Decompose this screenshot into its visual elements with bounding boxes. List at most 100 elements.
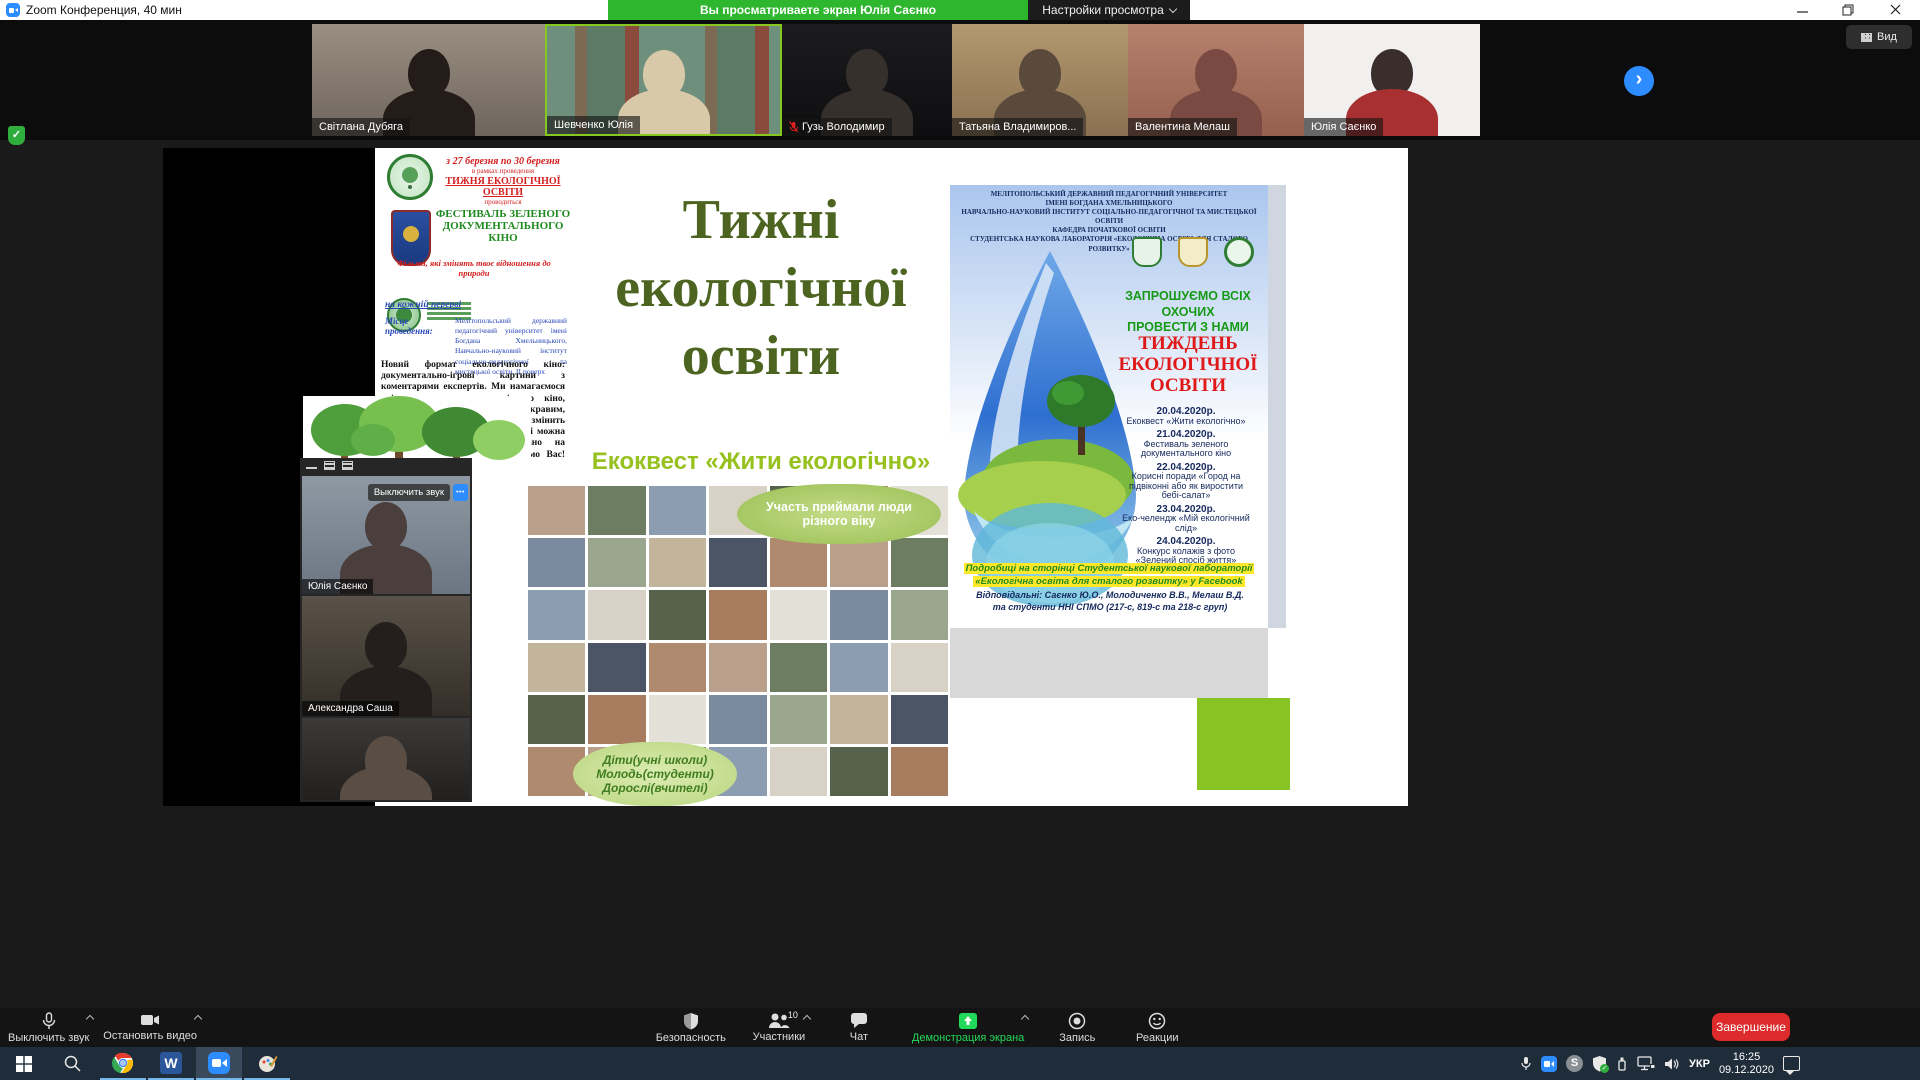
taskbar-word-button[interactable]: W (148, 1047, 194, 1080)
close-button[interactable] (1878, 0, 1912, 20)
participant-groups-bubble: Діти(учні школи) Молодь(студенти) Доросл… (573, 742, 737, 806)
participants-age-bubble: Участь приймали люди різного віку (737, 484, 941, 544)
chrome-icon (112, 1052, 134, 1074)
festival-dates: з 27 березня по 30 березня (435, 156, 571, 167)
share-screen-button[interactable]: Демонстрация экрана (912, 1008, 1024, 1044)
chevron-up-icon[interactable] (194, 1015, 202, 1023)
green-accent-block (1197, 698, 1290, 790)
poster-heading: з 27 березня по 30 березня в рамках пров… (435, 156, 571, 244)
minimize-button[interactable] (1785, 0, 1819, 20)
eco-week-schedule: 20.04.2020р. Екоквест «Жити екологічно» … (1108, 403, 1264, 566)
eco-week-title: ТИЖНЯ ЕКОЛОГІЧНОЇ ОСВІТИ (435, 176, 571, 198)
shield-icon (683, 1012, 699, 1030)
view-button[interactable]: Вид (1846, 25, 1912, 49)
security-button[interactable]: Безопасность (656, 1008, 726, 1044)
zoom-icon (208, 1052, 230, 1074)
word-icon: W (160, 1052, 182, 1074)
more-options-button[interactable]: ••• (453, 484, 468, 501)
taskbar-clock[interactable]: 16:25 09.12.2020 (1719, 1051, 1774, 1077)
overlay-video-tile[interactable] (302, 718, 470, 800)
minimize-panel-icon[interactable] (306, 461, 317, 469)
layout-icon[interactable] (324, 461, 335, 470)
venue-label: Місце проведення: (385, 316, 451, 336)
window-title: Zoom Конференция, 40 мин (26, 3, 182, 17)
grid-layout-icon[interactable] (342, 461, 353, 470)
overlay-video-tile[interactable]: Александра Саша (302, 596, 470, 716)
chevron-up-icon[interactable] (803, 1015, 811, 1023)
poster-side-strip (1268, 185, 1286, 628)
participants-button[interactable]: 10 Участники (752, 1008, 806, 1044)
record-button[interactable]: Запись (1050, 1008, 1104, 1044)
responsible-persons: Відповідальні: Саєнко Ю.О., Молодиченко … (958, 589, 1262, 613)
participant-name: Валентина Мелаш (1128, 118, 1237, 136)
stop-video-button[interactable]: Остановить видео (103, 1008, 197, 1044)
eco-week-heading: ТИЖДЕНЬ ЕКОЛОГІЧНОЇ ОСВІТИ (1112, 333, 1264, 396)
invitation-text: ЗАПРОШУЄМО ВСІХ ОХОЧИХ ПРОВЕСТИ З НАМИ (1112, 289, 1264, 336)
mute-button[interactable]: Выключить звук (368, 484, 450, 501)
view-settings-dropdown[interactable]: Настройки просмотра (1028, 0, 1190, 20)
taskbar-date: 09.12.2020 (1719, 1064, 1774, 1077)
shared-screen: з 27 березня по 30 березня в рамках пров… (163, 148, 1408, 806)
end-meeting-button[interactable]: Завершение (1712, 1013, 1790, 1041)
collage-photo (830, 538, 887, 587)
tray-usb-icon[interactable] (1616, 1056, 1628, 1072)
participant-tile[interactable]: Світлана Дубяга (312, 24, 545, 136)
tray-network-icon[interactable] (1637, 1056, 1655, 1071)
tray-microphone-icon[interactable] (1520, 1056, 1532, 1071)
tray-skype-icon[interactable]: S (1566, 1055, 1583, 1072)
share-screen-icon (958, 1012, 978, 1030)
action-center-icon[interactable] (1783, 1056, 1800, 1071)
taskbar-chrome-button[interactable] (100, 1047, 146, 1080)
security-shield-icon: ✓ (8, 126, 25, 145)
start-button[interactable] (0, 1047, 48, 1080)
collage-photo (709, 643, 766, 692)
reactions-button[interactable]: Реакции (1130, 1008, 1184, 1044)
collage-photo (709, 590, 766, 639)
participant-name: Татьяна Владимиров... (952, 118, 1083, 136)
participant-video (302, 596, 470, 716)
collage-photo (588, 538, 645, 587)
collage-photo (891, 590, 948, 639)
poster-footer-area (950, 628, 1268, 698)
participant-name: Світлана Дубяга (312, 118, 410, 136)
chevron-up-icon[interactable] (1021, 1015, 1029, 1023)
collage-photo (830, 747, 887, 796)
collage-photo (528, 695, 585, 744)
windows-logo-icon (16, 1056, 32, 1072)
collage-photo (770, 538, 827, 587)
tray-zoom-icon[interactable] (1541, 1056, 1557, 1072)
festival-title: ФЕСТИВАЛЬ ЗЕЛЕНОГО ДОКУМЕНТАЛЬНОГО КІНО (435, 208, 571, 244)
festival-tagline: Фільми, які змінять твоє відношення до п… (383, 258, 565, 278)
festival-schedule-note: на кожній перерві (385, 300, 461, 310)
collage-photo (891, 538, 948, 587)
chevron-up-icon[interactable] (86, 1015, 94, 1023)
participant-tile[interactable]: Юлія Саєнко (1304, 24, 1480, 136)
next-participants-button[interactable]: › (1624, 66, 1654, 96)
participant-tile-active-speaker[interactable]: Шевченко Юлія (545, 24, 782, 136)
taskbar-zoom-button[interactable] (196, 1047, 242, 1080)
collage-photo (891, 695, 948, 744)
screen-share-banner: Вы просматриваете экран Юлія Саєнко (608, 0, 1028, 20)
participant-tile[interactable]: Татьяна Владимиров... (952, 24, 1128, 136)
participant-name: Юлія Саєнко (302, 579, 373, 594)
chat-button[interactable]: Чат (832, 1008, 886, 1044)
mute-audio-button[interactable]: Выключить звук (8, 1008, 89, 1044)
tray-volume-icon[interactable] (1664, 1057, 1680, 1071)
participant-tile[interactable]: Гузь Володимир (782, 24, 952, 136)
overlay-video-tile[interactable]: Выключить звук ••• Юлія Саєнко (302, 476, 470, 594)
gallery-view-icon (1861, 33, 1872, 42)
restore-button[interactable] (1831, 0, 1865, 20)
collage-photo (528, 590, 585, 639)
search-icon (64, 1055, 81, 1072)
search-button[interactable] (48, 1047, 96, 1080)
meeting-toolbar: Выключить звук Остановить видео Безопасн… (0, 1008, 1920, 1047)
taskbar-paint-button[interactable] (244, 1047, 290, 1080)
participant-name: Юлія Саєнко (1304, 118, 1383, 136)
muted-mic-icon (789, 121, 798, 133)
tray-defender-icon[interactable]: ✓ (1592, 1055, 1607, 1072)
zoom-app-icon (6, 3, 20, 17)
slide-main-title: Тижні екологічної освіти (571, 186, 951, 390)
collage-photo (891, 643, 948, 692)
participant-tile[interactable]: Валентина Мелаш (1128, 24, 1304, 136)
language-indicator[interactable]: УКР (1689, 1058, 1710, 1070)
